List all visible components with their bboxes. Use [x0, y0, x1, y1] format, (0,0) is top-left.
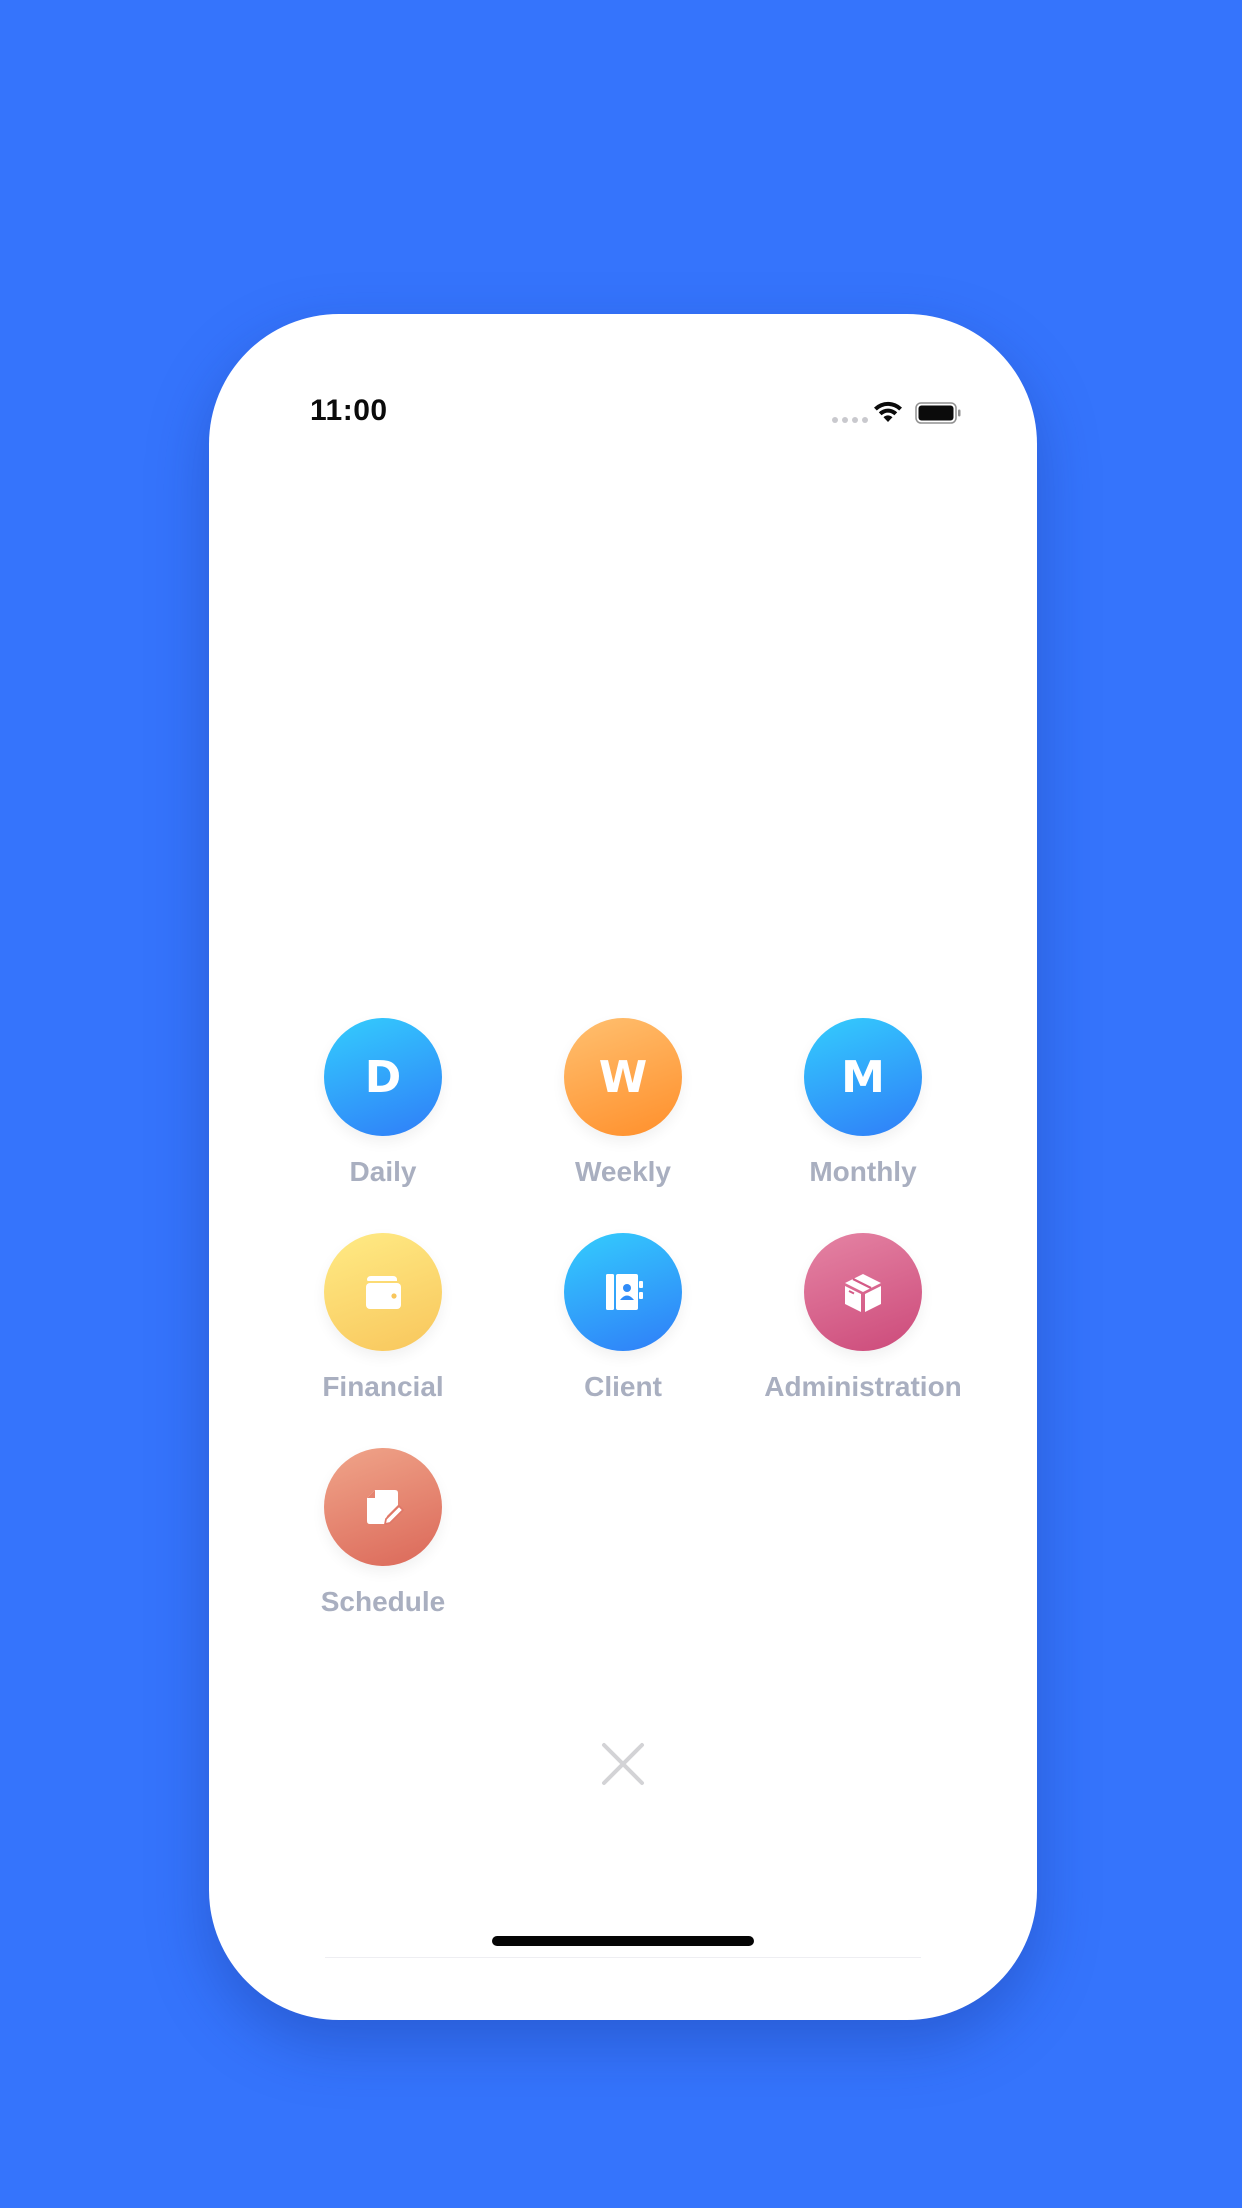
phone-screen: 11:00 D Daily W Weekly M Monthly Financi…	[209, 314, 1037, 2020]
close-button[interactable]	[590, 1731, 656, 1797]
menu-item-daily[interactable]: D Daily	[263, 1018, 503, 1218]
contact-book-icon	[564, 1233, 682, 1351]
home-indicator[interactable]	[492, 1936, 754, 1946]
edit-document-icon	[324, 1448, 442, 1566]
close-icon	[602, 1743, 644, 1785]
box-icon	[804, 1233, 922, 1351]
menu-item-administration[interactable]: Administration	[743, 1233, 983, 1433]
menu-item-financial[interactable]: Financial	[263, 1233, 503, 1433]
menu-item-client[interactable]: Client	[503, 1233, 743, 1433]
divider	[325, 1957, 921, 1958]
letter-m-icon: M	[804, 1018, 922, 1136]
wallet-icon	[324, 1233, 442, 1351]
menu-item-label: Weekly	[575, 1156, 671, 1187]
menu-item-label: Client	[584, 1371, 662, 1402]
menu-item-label: Financial	[322, 1371, 444, 1402]
menu-item-label: Administration	[764, 1371, 962, 1402]
menu-item-weekly[interactable]: W Weekly	[503, 1018, 743, 1218]
menu-item-label: Daily	[349, 1156, 417, 1187]
menu-item-label: Monthly	[809, 1156, 917, 1187]
letter-d-icon: D	[324, 1018, 442, 1136]
menu-item-schedule[interactable]: Schedule	[263, 1448, 503, 1648]
letter-w-icon: W	[564, 1018, 682, 1136]
menu-item-label: Schedule	[320, 1586, 446, 1617]
menu-item-monthly[interactable]: M Monthly	[743, 1018, 983, 1218]
